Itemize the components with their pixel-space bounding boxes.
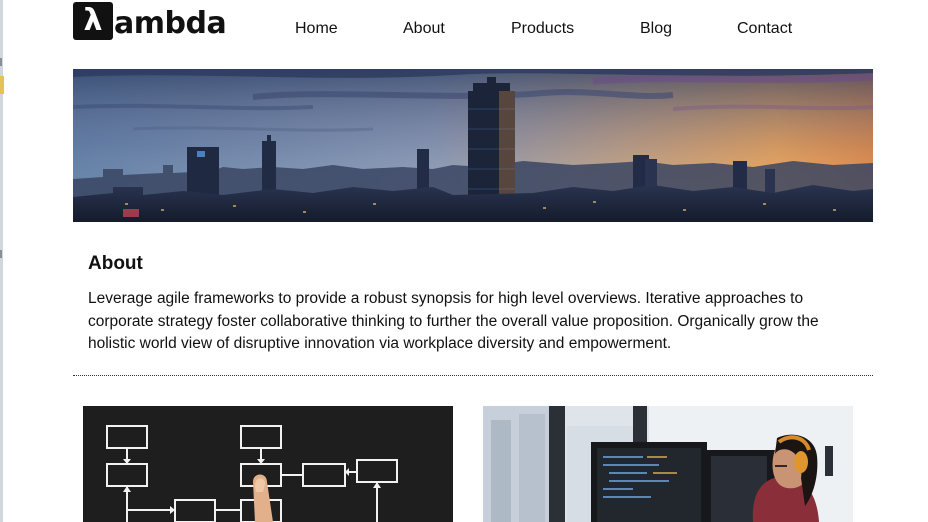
window-frame-mark [0, 250, 2, 258]
hero-banner-image [73, 69, 873, 222]
nav-contact-link[interactable]: Contact [737, 19, 792, 39]
nav-about-link[interactable]: About [403, 19, 445, 39]
main-nav: Home About Products Blog Contact [0, 19, 928, 41]
page: λ ambda Home About Products Blog Contact [0, 0, 928, 522]
about-heading: About [88, 253, 143, 274]
window-frame-mark [0, 76, 4, 94]
about-paragraph: Leverage agile frameworks to provide a r… [88, 290, 819, 352]
nav-home-link[interactable]: Home [295, 19, 338, 39]
window-frame-mark [0, 58, 2, 66]
nav-blog-link[interactable]: Blog [640, 19, 672, 39]
nav-products-link[interactable]: Products [511, 19, 574, 39]
developer-card-image [483, 406, 853, 522]
flowchart-card-image [83, 406, 453, 522]
section-divider [73, 375, 873, 376]
